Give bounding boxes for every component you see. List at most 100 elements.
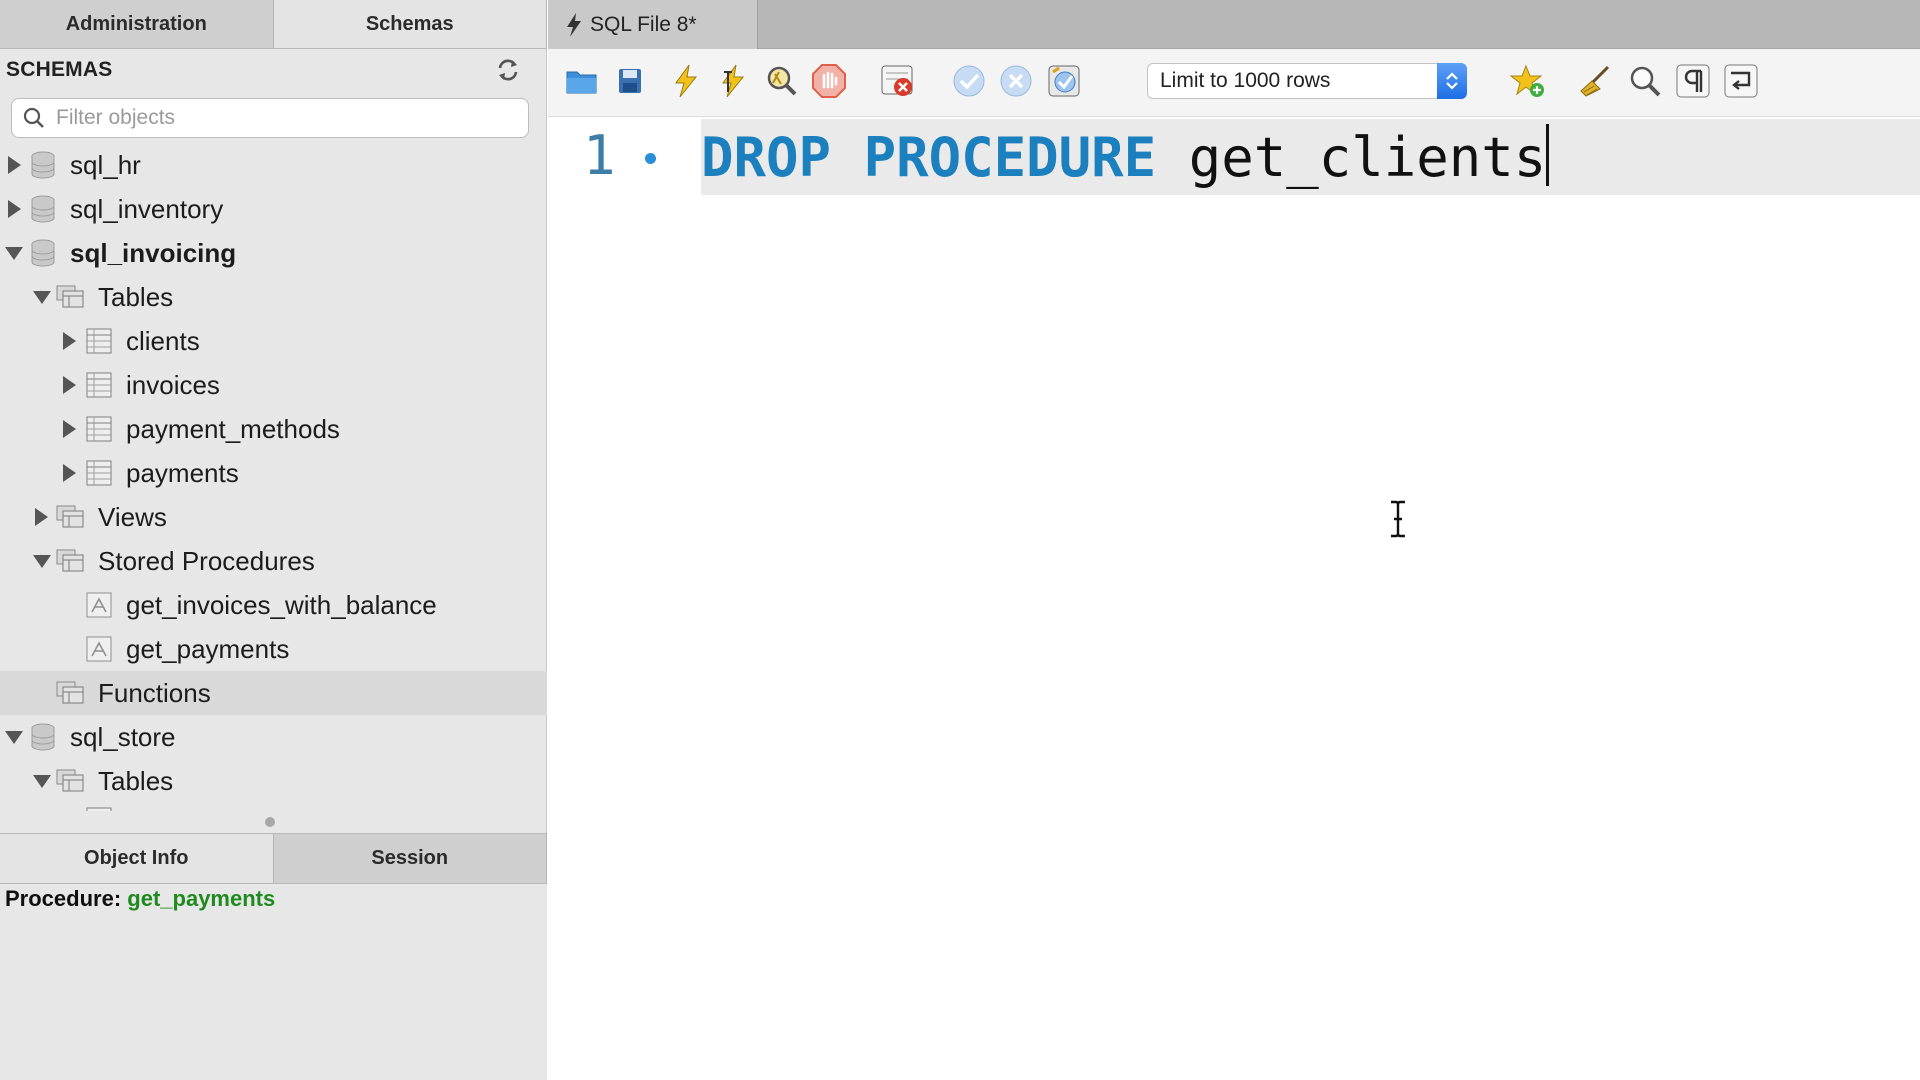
schemas-header: SCHEMAS <box>6 58 113 81</box>
tree-item-partial[interactable] <box>0 803 547 811</box>
table-icon <box>86 807 112 811</box>
folder-icon <box>56 505 84 528</box>
tree-item-sql-hr[interactable]: sql_hr <box>0 143 547 187</box>
commit-button[interactable] <box>949 61 989 101</box>
panel-splitter-handle[interactable] <box>265 817 275 827</box>
folder-icon <box>56 285 84 308</box>
tree-item-payments[interactable]: payments <box>0 451 547 495</box>
tree-item-store-tables[interactable]: Tables <box>0 759 547 803</box>
line-number: 1 <box>583 124 616 187</box>
autocommit-button[interactable] <box>1044 61 1084 101</box>
tree-label: sql_invoicing <box>70 237 237 268</box>
tree-item-tables[interactable]: Tables <box>0 275 547 319</box>
tree-item-payment-methods[interactable]: payment_methods <box>0 407 547 451</box>
keyword-drop: DROP <box>701 126 832 189</box>
bookmark-icon <box>1509 64 1544 97</box>
find-button[interactable] <box>1625 61 1665 101</box>
tree-item-sql-store[interactable]: sql_store <box>0 715 547 759</box>
collapse-arrow-icon[interactable] <box>33 291 51 304</box>
tree-item-stored-procedures[interactable]: Stored Procedures <box>0 539 547 583</box>
tree-label: sql_store <box>70 721 176 752</box>
word-wrap-button[interactable] <box>1721 61 1761 101</box>
ibeam-cursor-icon <box>1391 500 1405 538</box>
toggle-error-icon <box>881 65 913 96</box>
collapse-arrow-icon[interactable] <box>33 775 51 788</box>
execute-button[interactable] <box>666 61 706 101</box>
file-tabbar: SQL File 8* <box>548 0 1920 49</box>
workbench-window: Administration Schemas SCHEMAS sql_hr sq… <box>0 0 1920 1080</box>
beautify-icon <box>1580 65 1610 97</box>
expand-arrow-icon[interactable] <box>63 376 76 394</box>
toggle-error-button[interactable] <box>878 61 918 101</box>
tree-item-invoices[interactable]: invoices <box>0 363 547 407</box>
tree-label: Stored Procedures <box>98 545 315 576</box>
tree-item-sql-inventory[interactable]: sql_inventory <box>0 187 547 231</box>
database-icon <box>31 195 55 223</box>
folder-icon <box>56 549 84 572</box>
collapse-arrow-icon[interactable] <box>5 731 23 744</box>
lightning-icon <box>567 12 581 37</box>
folder-icon <box>56 769 84 792</box>
open-file-button[interactable] <box>562 61 602 101</box>
database-icon <box>31 151 55 179</box>
expand-arrow-icon[interactable] <box>63 332 76 350</box>
execute-current-button[interactable] <box>713 61 753 101</box>
code-line[interactable]: DROP PROCEDURE get_clients <box>701 124 1550 191</box>
word-wrap-icon <box>1724 64 1758 98</box>
rollback-button[interactable] <box>996 61 1036 101</box>
tree-item-views[interactable]: Views <box>0 495 547 539</box>
tab-object-info[interactable]: Object Info <box>0 834 274 883</box>
object-info-label: Procedure: <box>5 886 122 911</box>
collapse-arrow-icon[interactable] <box>5 247 23 260</box>
explain-button[interactable] <box>761 61 801 101</box>
procedure-icon <box>86 592 112 618</box>
expand-arrow-icon[interactable] <box>8 200 21 218</box>
save-button[interactable] <box>610 61 650 101</box>
statement-marker-icon <box>645 153 656 164</box>
expand-arrow-icon[interactable] <box>8 156 21 174</box>
beautify-button[interactable] <box>1577 61 1617 101</box>
rollback-icon <box>1000 65 1032 97</box>
table-icon <box>86 328 112 354</box>
invisible-chars-button[interactable] <box>1673 61 1713 101</box>
tab-session[interactable]: Session <box>274 834 547 883</box>
tree-item-clients[interactable]: clients <box>0 319 547 363</box>
table-icon <box>86 372 112 398</box>
tree-item-functions[interactable]: Functions <box>0 671 547 715</box>
filter-objects-input[interactable] <box>56 106 516 130</box>
expand-arrow-icon[interactable] <box>63 420 76 438</box>
limit-rows-value: Limit to 1000 rows <box>1160 69 1331 92</box>
tree-label: Tables <box>98 281 174 312</box>
limit-rows-select[interactable]: Limit to 1000 rows <box>1147 63 1467 99</box>
keyword-procedure: PROCEDURE <box>863 126 1157 189</box>
database-icon <box>31 723 55 751</box>
table-icon <box>86 460 112 486</box>
stop-button[interactable] <box>809 61 849 101</box>
tree-item-procedure-get-invoices-with-balance[interactable]: get_invoices_with_balance <box>0 583 547 627</box>
tree-item-sql-invoicing[interactable]: sql_invoicing <box>0 231 547 275</box>
procedure-identifier: get_clients <box>1188 126 1547 189</box>
expand-arrow-icon[interactable] <box>35 508 48 526</box>
tree-item-procedure-get-payments[interactable]: get_payments <box>0 627 547 671</box>
object-info-panel <box>0 884 547 1080</box>
schema-tree: sql_hr sql_inventory sql_invoicing Table… <box>0 143 547 811</box>
find-icon <box>1630 66 1661 97</box>
filter-objects-field[interactable] <box>11 98 529 138</box>
tab-administration[interactable]: Administration <box>0 0 274 48</box>
tree-label: sql_hr <box>70 149 141 180</box>
tab-schemas[interactable]: Schemas <box>273 0 547 48</box>
autocommit-icon <box>1048 65 1080 97</box>
add-snippet-button[interactable] <box>1508 61 1548 101</box>
text-caret <box>1546 124 1550 186</box>
object-info-line: Procedure: get_payments <box>5 886 275 912</box>
select-arrows-icon[interactable] <box>1437 63 1467 99</box>
sql-editor[interactable]: 1 DROP PROCEDURE get_clients <box>548 117 1920 1080</box>
refresh-icon[interactable] <box>494 56 522 84</box>
save-icon <box>619 69 641 93</box>
expand-arrow-icon[interactable] <box>63 464 76 482</box>
tab-sql-file[interactable]: SQL File 8* <box>548 0 758 49</box>
collapse-arrow-icon[interactable] <box>33 555 51 568</box>
search-icon <box>23 107 44 128</box>
tree-label: invoices <box>126 369 220 400</box>
stop-icon <box>812 64 846 98</box>
